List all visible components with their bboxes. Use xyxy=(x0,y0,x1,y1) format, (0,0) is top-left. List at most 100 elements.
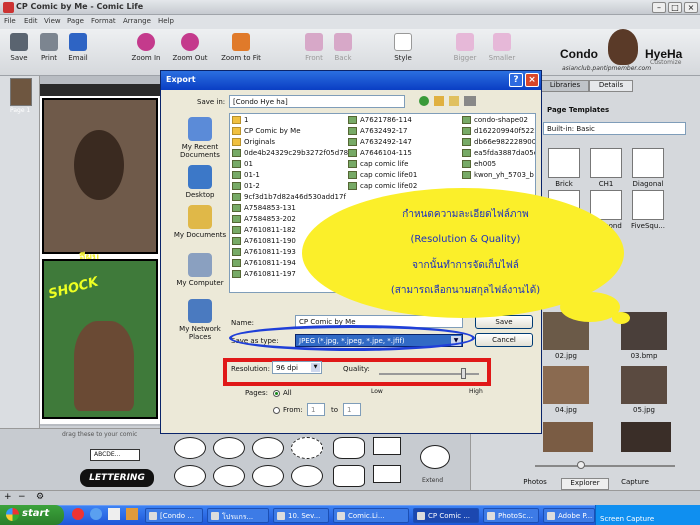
file-item[interactable]: CP Comic by Me xyxy=(232,125,348,136)
quality-slider-thumb[interactable] xyxy=(461,368,466,379)
photo-06[interactable] xyxy=(543,422,593,452)
save-toolbar-button[interactable]: Save xyxy=(6,33,32,62)
caption-box-1[interactable] xyxy=(373,437,401,455)
taskbar-item-adobe[interactable]: Adobe P... xyxy=(543,508,595,523)
speech-bubble-4[interactable] xyxy=(174,465,206,487)
close-window-button[interactable]: × xyxy=(684,2,698,13)
customize-button[interactable]: Customize xyxy=(650,59,682,66)
menu-arrange[interactable]: Arrange xyxy=(123,17,151,25)
zoom-to-fit-button[interactable]: Zoom to Fit xyxy=(216,33,266,62)
resolution-select[interactable]: 96 dpi ▼ xyxy=(272,361,322,374)
taskbar-item-comiclife[interactable]: Comic.Li... xyxy=(333,508,409,523)
taskbar-item-condo[interactable]: [Condo ... xyxy=(145,508,203,523)
email-button[interactable]: Email xyxy=(64,33,92,62)
menu-format[interactable]: Format xyxy=(91,17,116,25)
slider-knob[interactable] xyxy=(577,461,585,469)
file-item[interactable]: 01 xyxy=(232,158,348,169)
tab-photos[interactable]: Photos xyxy=(511,478,559,490)
cancel-button[interactable]: Cancel xyxy=(475,333,533,347)
new-folder-icon[interactable] xyxy=(449,96,459,106)
file-item[interactable]: 9cf3d1b7d82a46d530add17f xyxy=(232,191,348,202)
print-button[interactable]: Print xyxy=(36,33,62,62)
quicklaunch-icon-4[interactable] xyxy=(126,508,138,520)
place-network[interactable]: My Network Places xyxy=(169,299,231,341)
file-item[interactable]: A7621786-114 xyxy=(348,114,458,125)
template-brick[interactable]: Brick xyxy=(547,148,581,188)
template-ch1[interactable]: CH1 xyxy=(589,148,623,188)
show-desktop-icon[interactable] xyxy=(108,508,120,520)
template-diagonal[interactable]: Diagonal xyxy=(631,148,665,188)
place-my-documents[interactable]: My Documents xyxy=(169,205,231,239)
thumb-size-slider[interactable] xyxy=(535,465,675,467)
file-item[interactable]: condo-shape02 xyxy=(462,114,535,125)
place-my-computer[interactable]: My Computer xyxy=(169,253,231,287)
from-page-input[interactable]: 1 xyxy=(307,403,325,416)
comic-panel-1[interactable]: อีผม xyxy=(42,98,158,264)
maximize-button[interactable]: □ xyxy=(668,2,682,13)
speech-bubble-2[interactable] xyxy=(213,437,245,459)
menu-help[interactable]: Help xyxy=(158,17,174,25)
speech-bubble-1[interactable] xyxy=(174,437,206,459)
taskbar-item-sev[interactable]: 10. Sev... xyxy=(273,508,329,523)
file-item[interactable]: A7632492-17 xyxy=(348,125,458,136)
photo-05[interactable]: 05.jpg xyxy=(621,366,667,414)
minus-button[interactable]: − xyxy=(18,492,26,502)
zoom-in-button[interactable]: Zoom In xyxy=(126,33,166,62)
caption-box-2[interactable] xyxy=(373,465,401,483)
file-item[interactable]: ea5fda3887da05e xyxy=(462,147,535,158)
taskbar-item-program[interactable]: โปรแกร... xyxy=(207,508,269,523)
thought-bubble[interactable] xyxy=(291,437,323,459)
save-in-dropdown[interactable]: [Condo Hye ha] xyxy=(229,95,405,108)
menu-edit[interactable]: Edit xyxy=(24,17,38,25)
file-item[interactable]: db66e982228900b xyxy=(462,136,535,147)
from-radio[interactable] xyxy=(273,407,280,414)
extend-bubble[interactable] xyxy=(420,445,450,469)
dialog-close-button[interactable]: × xyxy=(525,73,539,87)
page-thumbnail[interactable] xyxy=(10,78,32,106)
file-item[interactable]: eh005 xyxy=(462,158,535,169)
speech-bubble-5[interactable] xyxy=(213,465,245,487)
minimize-button[interactable]: – xyxy=(652,2,666,13)
zoom-out-button[interactable]: Zoom Out xyxy=(168,33,212,62)
speech-bubble-3[interactable] xyxy=(252,437,284,459)
tab-details[interactable]: Details xyxy=(589,80,633,92)
taskbar-item-photoscape[interactable]: PhotoSc... xyxy=(483,508,539,523)
file-item[interactable]: 1 xyxy=(232,114,348,125)
speech-bubble-7[interactable] xyxy=(291,465,323,487)
comic-panel-2[interactable]: SHOCK xyxy=(42,259,158,419)
to-page-input[interactable]: 1 xyxy=(343,403,361,416)
file-item[interactable]: A7646104-115 xyxy=(348,147,458,158)
place-recent[interactable]: My Recent Documents xyxy=(169,117,231,159)
menu-page[interactable]: Page xyxy=(67,17,84,25)
file-item[interactable]: cap comic life01 xyxy=(348,169,458,180)
back-button[interactable]: Back xyxy=(330,33,356,62)
file-item[interactable]: Originals xyxy=(232,136,348,147)
style-button[interactable]: Style xyxy=(390,33,416,62)
burst-bubble[interactable] xyxy=(333,465,365,487)
file-item[interactable]: A7632492-147 xyxy=(348,136,458,147)
taskbar-item-cp-comic[interactable]: CP Comic ... xyxy=(413,508,479,523)
file-item[interactable]: 01-1 xyxy=(232,169,348,180)
file-item[interactable]: 01-2 xyxy=(232,180,348,191)
file-item[interactable]: kwon_yh_5703_b xyxy=(462,169,535,180)
bigger-button[interactable]: Bigger xyxy=(450,33,480,62)
help-button[interactable]: ? xyxy=(509,73,523,87)
menu-view[interactable]: View xyxy=(44,17,61,25)
ie-icon[interactable] xyxy=(90,508,102,520)
file-item[interactable]: d162209940f5222 xyxy=(462,125,535,136)
add-button[interactable]: + xyxy=(4,492,12,502)
shout-bubble[interactable] xyxy=(333,437,365,459)
speech-bubble-6[interactable] xyxy=(252,465,284,487)
quicklaunch-icon-1[interactable] xyxy=(72,508,84,520)
lettering-styled[interactable]: LETTERING xyxy=(80,469,154,487)
tab-explorer[interactable]: Explorer xyxy=(561,478,609,490)
photo-07[interactable] xyxy=(621,422,671,452)
photo-04[interactable]: 04.jpg xyxy=(543,366,589,414)
template-fivesquare[interactable]: FiveSqu... xyxy=(631,190,665,230)
lettering-plain[interactable]: ABCDE... xyxy=(90,449,140,461)
front-button[interactable]: Front xyxy=(300,33,328,62)
file-item[interactable]: 0de4b24329c29b3272f05d78 xyxy=(232,147,348,158)
template-select[interactable]: Built-in: Basic xyxy=(543,122,686,135)
place-desktop[interactable]: Desktop xyxy=(169,165,231,199)
back-nav-icon[interactable] xyxy=(419,96,429,106)
